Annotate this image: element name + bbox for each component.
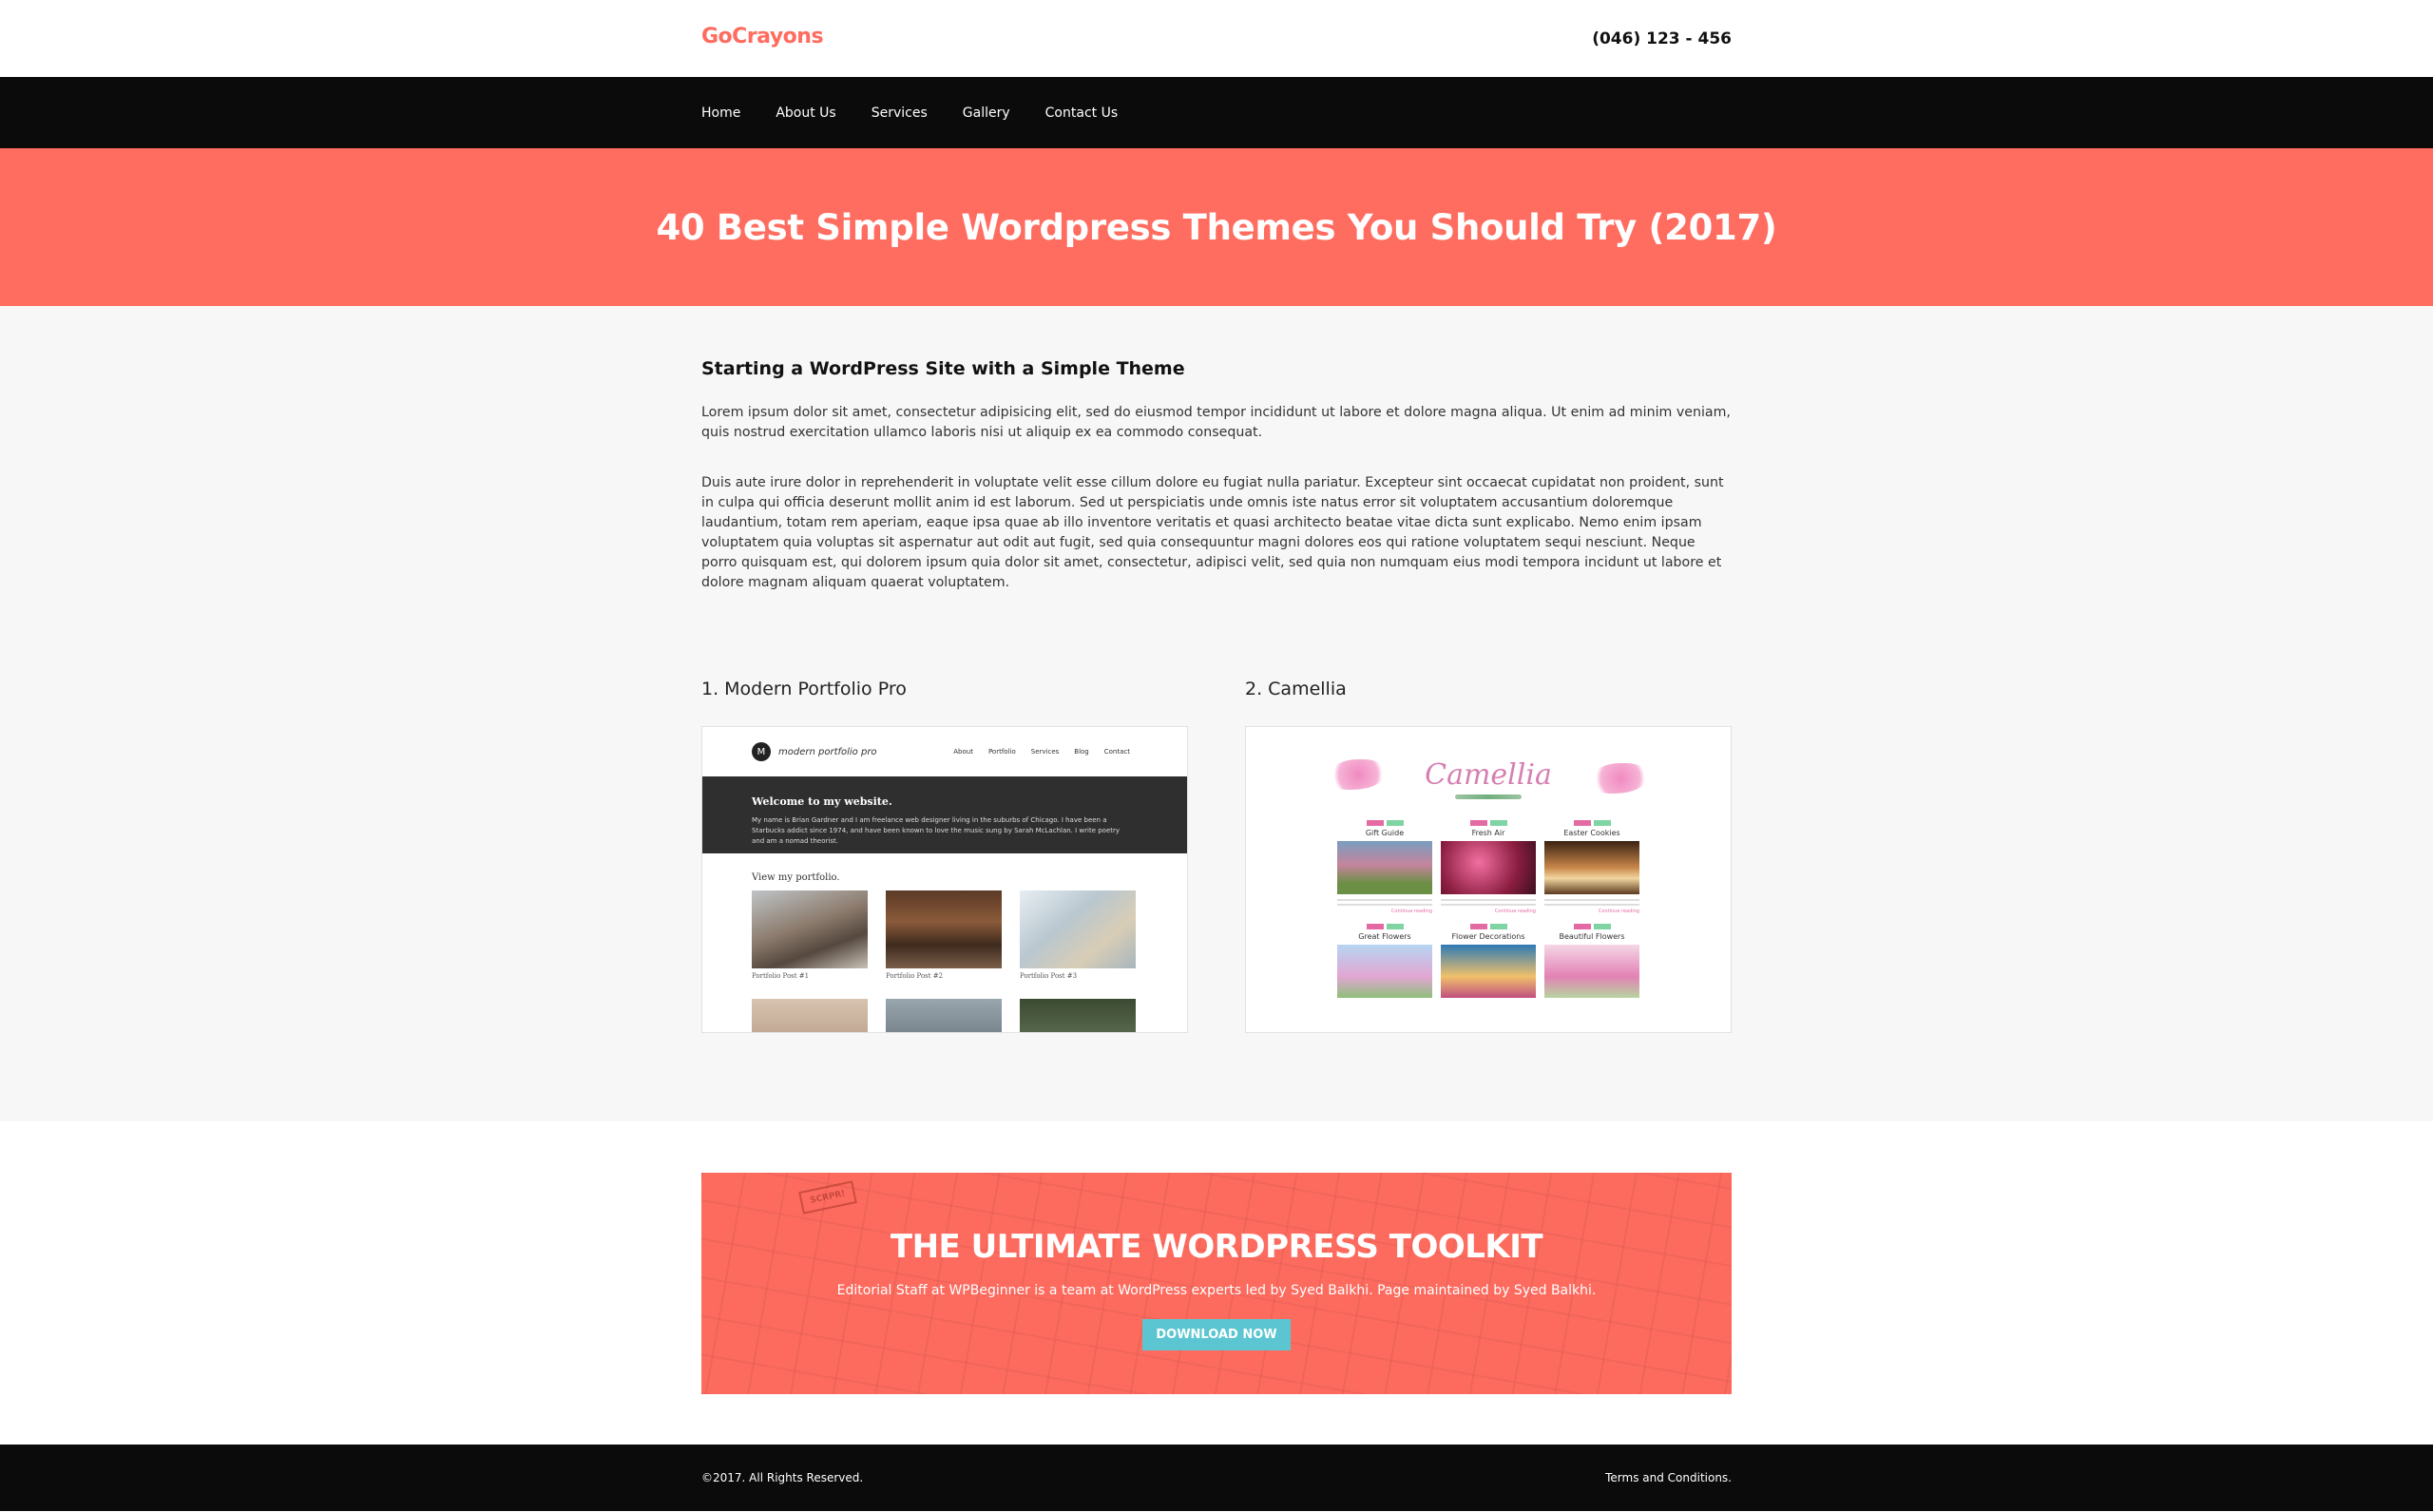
theme-title: 1. Modern Portfolio Pro xyxy=(701,679,907,699)
phone-number: (046) 123 - 456 xyxy=(1592,29,1732,48)
page-title: 40 Best Simple Wordpress Themes You Shou… xyxy=(656,206,1777,248)
article-paragraph-1: Lorem ipsum dolor sit amet, consectetur … xyxy=(701,405,1731,440)
theme-list: 1. Modern Portfolio Pro M modern portfol… xyxy=(701,679,1732,1033)
portfolio-photo xyxy=(1020,890,1136,968)
nav-gallery[interactable]: Gallery xyxy=(963,105,1010,121)
post-image xyxy=(1544,945,1639,998)
download-now-button[interactable]: DOWNLOAD NOW xyxy=(1142,1319,1291,1350)
post-title: Great Flowers xyxy=(1358,932,1411,941)
post-image xyxy=(1337,841,1432,894)
continue-reading-link: Continue reading xyxy=(1494,909,1536,914)
preview-banner: Welcome to my website. My name is Brian … xyxy=(702,776,1187,853)
post-title: Flower Decorations xyxy=(1451,932,1525,941)
theme-screenshot-camellia[interactable]: Camellia Gift Guide Continue reading Fre… xyxy=(1245,726,1732,1033)
leaf-garland-icon xyxy=(1455,794,1522,799)
portfolio-photo xyxy=(752,999,868,1032)
preview-post: Beautiful Flowers xyxy=(1544,924,1639,998)
nav-home[interactable]: Home xyxy=(701,105,740,121)
preview-post-grid: Gift Guide Continue reading Fresh Air Co… xyxy=(1246,811,1731,998)
post-title: Beautiful Flowers xyxy=(1559,932,1625,941)
terms-link[interactable]: Terms and Conditions. xyxy=(1605,1471,1732,1484)
cta-text: Editorial Staff at WPBeginner is a team … xyxy=(836,1283,1597,1298)
preview-post: Portfolio Post #1 xyxy=(752,890,868,980)
preview-portfolio-grid: Portfolio Post #1 Portfolio Post #2 Port… xyxy=(702,890,1187,1032)
preview-post: Portfolio Post #2 xyxy=(886,890,1002,980)
theme-card: 1. Modern Portfolio Pro M modern portfol… xyxy=(701,679,1188,1033)
watercolor-splash-icon xyxy=(1330,759,1387,790)
nav-about-us[interactable]: About Us xyxy=(776,105,835,121)
continue-reading-link: Continue reading xyxy=(1390,909,1432,914)
preview-brand: Camellia xyxy=(1246,738,1731,811)
preview-nav-item: Contact xyxy=(1103,748,1130,756)
preview-banner-title: Welcome to my website. xyxy=(752,795,892,808)
preview-brand-name: Camellia xyxy=(1425,757,1552,792)
preview-post: Fresh Air Continue reading xyxy=(1441,820,1536,914)
preview-post: Portfolio Post #3 xyxy=(1020,890,1136,980)
portfolio-photo xyxy=(886,999,1002,1032)
post-title: Gift Guide xyxy=(1365,829,1405,837)
post-title: Easter Cookies xyxy=(1563,829,1620,837)
preview-nav-item: About xyxy=(953,748,973,756)
preview-nav-item: Services xyxy=(1030,748,1060,756)
portfolio-caption: Portfolio Post #1 xyxy=(752,972,810,980)
post-image xyxy=(1441,945,1536,998)
preview-brand-name: modern portfolio pro xyxy=(778,746,877,757)
preview-nav-item: Portfolio xyxy=(987,748,1016,756)
theme-card: 2. Camellia Camellia Gift Guide Continue… xyxy=(1245,679,1732,1033)
article-heading: Starting a WordPress Site with a Simple … xyxy=(701,358,1185,379)
nav-services[interactable]: Services xyxy=(872,105,928,121)
continue-reading-link: Continue reading xyxy=(1598,909,1639,914)
site-footer: ©2017. All Rights Reserved. Terms and Co… xyxy=(0,1445,2433,1511)
top-header: GoCrayons (046) 123 - 456 xyxy=(0,0,2433,77)
portfolio-caption: Portfolio Post #2 xyxy=(886,972,944,980)
site-logo[interactable]: GoCrayons xyxy=(701,25,824,48)
preview-section-title: View my portfolio. xyxy=(752,872,840,883)
theme-screenshot-modern-portfolio[interactable]: M modern portfolio pro About Portfolio S… xyxy=(701,726,1188,1033)
portfolio-photo xyxy=(886,890,1002,968)
theme-title: 2. Camellia xyxy=(1245,679,1347,699)
preview-nav xyxy=(1246,727,1731,738)
cta-title: THE ULTIMATE WORDPRESS TOOLKIT xyxy=(890,1228,1543,1266)
hero-banner: 40 Best Simple Wordpress Themes You Shou… xyxy=(0,148,2433,306)
portfolio-photo xyxy=(1020,999,1136,1032)
preview-post: Flower Decorations xyxy=(1441,924,1536,998)
preview-header: M modern portfolio pro About Portfolio S… xyxy=(702,727,1187,776)
watercolor-splash-icon xyxy=(1592,763,1649,794)
nav-contact-us[interactable]: Contact Us xyxy=(1045,105,1118,121)
main-nav: Home About Us Services Gallery Contact U… xyxy=(0,77,2433,148)
portfolio-caption: Portfolio Post #3 xyxy=(1020,972,1078,980)
cta-section: SCRPR! THE ULTIMATE WORDPRESS TOOLKIT Ed… xyxy=(0,1121,2433,1445)
cta-banner: SCRPR! THE ULTIMATE WORDPRESS TOOLKIT Ed… xyxy=(701,1173,1732,1394)
preview-nav-item: Blog xyxy=(1074,748,1089,756)
preview-post: Great Flowers xyxy=(1337,924,1432,998)
post-image xyxy=(1441,841,1536,894)
article-paragraph-2: Duis aute irure dolor in reprehenderit i… xyxy=(701,475,1724,590)
post-image xyxy=(1544,841,1639,894)
portfolio-photo xyxy=(752,890,868,968)
preview-banner-text: My name is Brian Gardner and I am freela… xyxy=(752,816,1121,845)
post-title: Fresh Air xyxy=(1471,829,1505,837)
article-content: Starting a WordPress Site with a Simple … xyxy=(0,306,2433,1121)
preview-brand: M modern portfolio pro xyxy=(752,742,877,761)
copyright-text: ©2017. All Rights Reserved. xyxy=(701,1471,864,1484)
post-image xyxy=(1337,945,1432,998)
preview-post: Gift Guide Continue reading xyxy=(1337,820,1432,914)
monogram-logo: M xyxy=(752,742,771,761)
preview-nav: About Portfolio Services Blog Contact xyxy=(953,748,1130,756)
preview-post: Easter Cookies Continue reading xyxy=(1544,820,1639,914)
